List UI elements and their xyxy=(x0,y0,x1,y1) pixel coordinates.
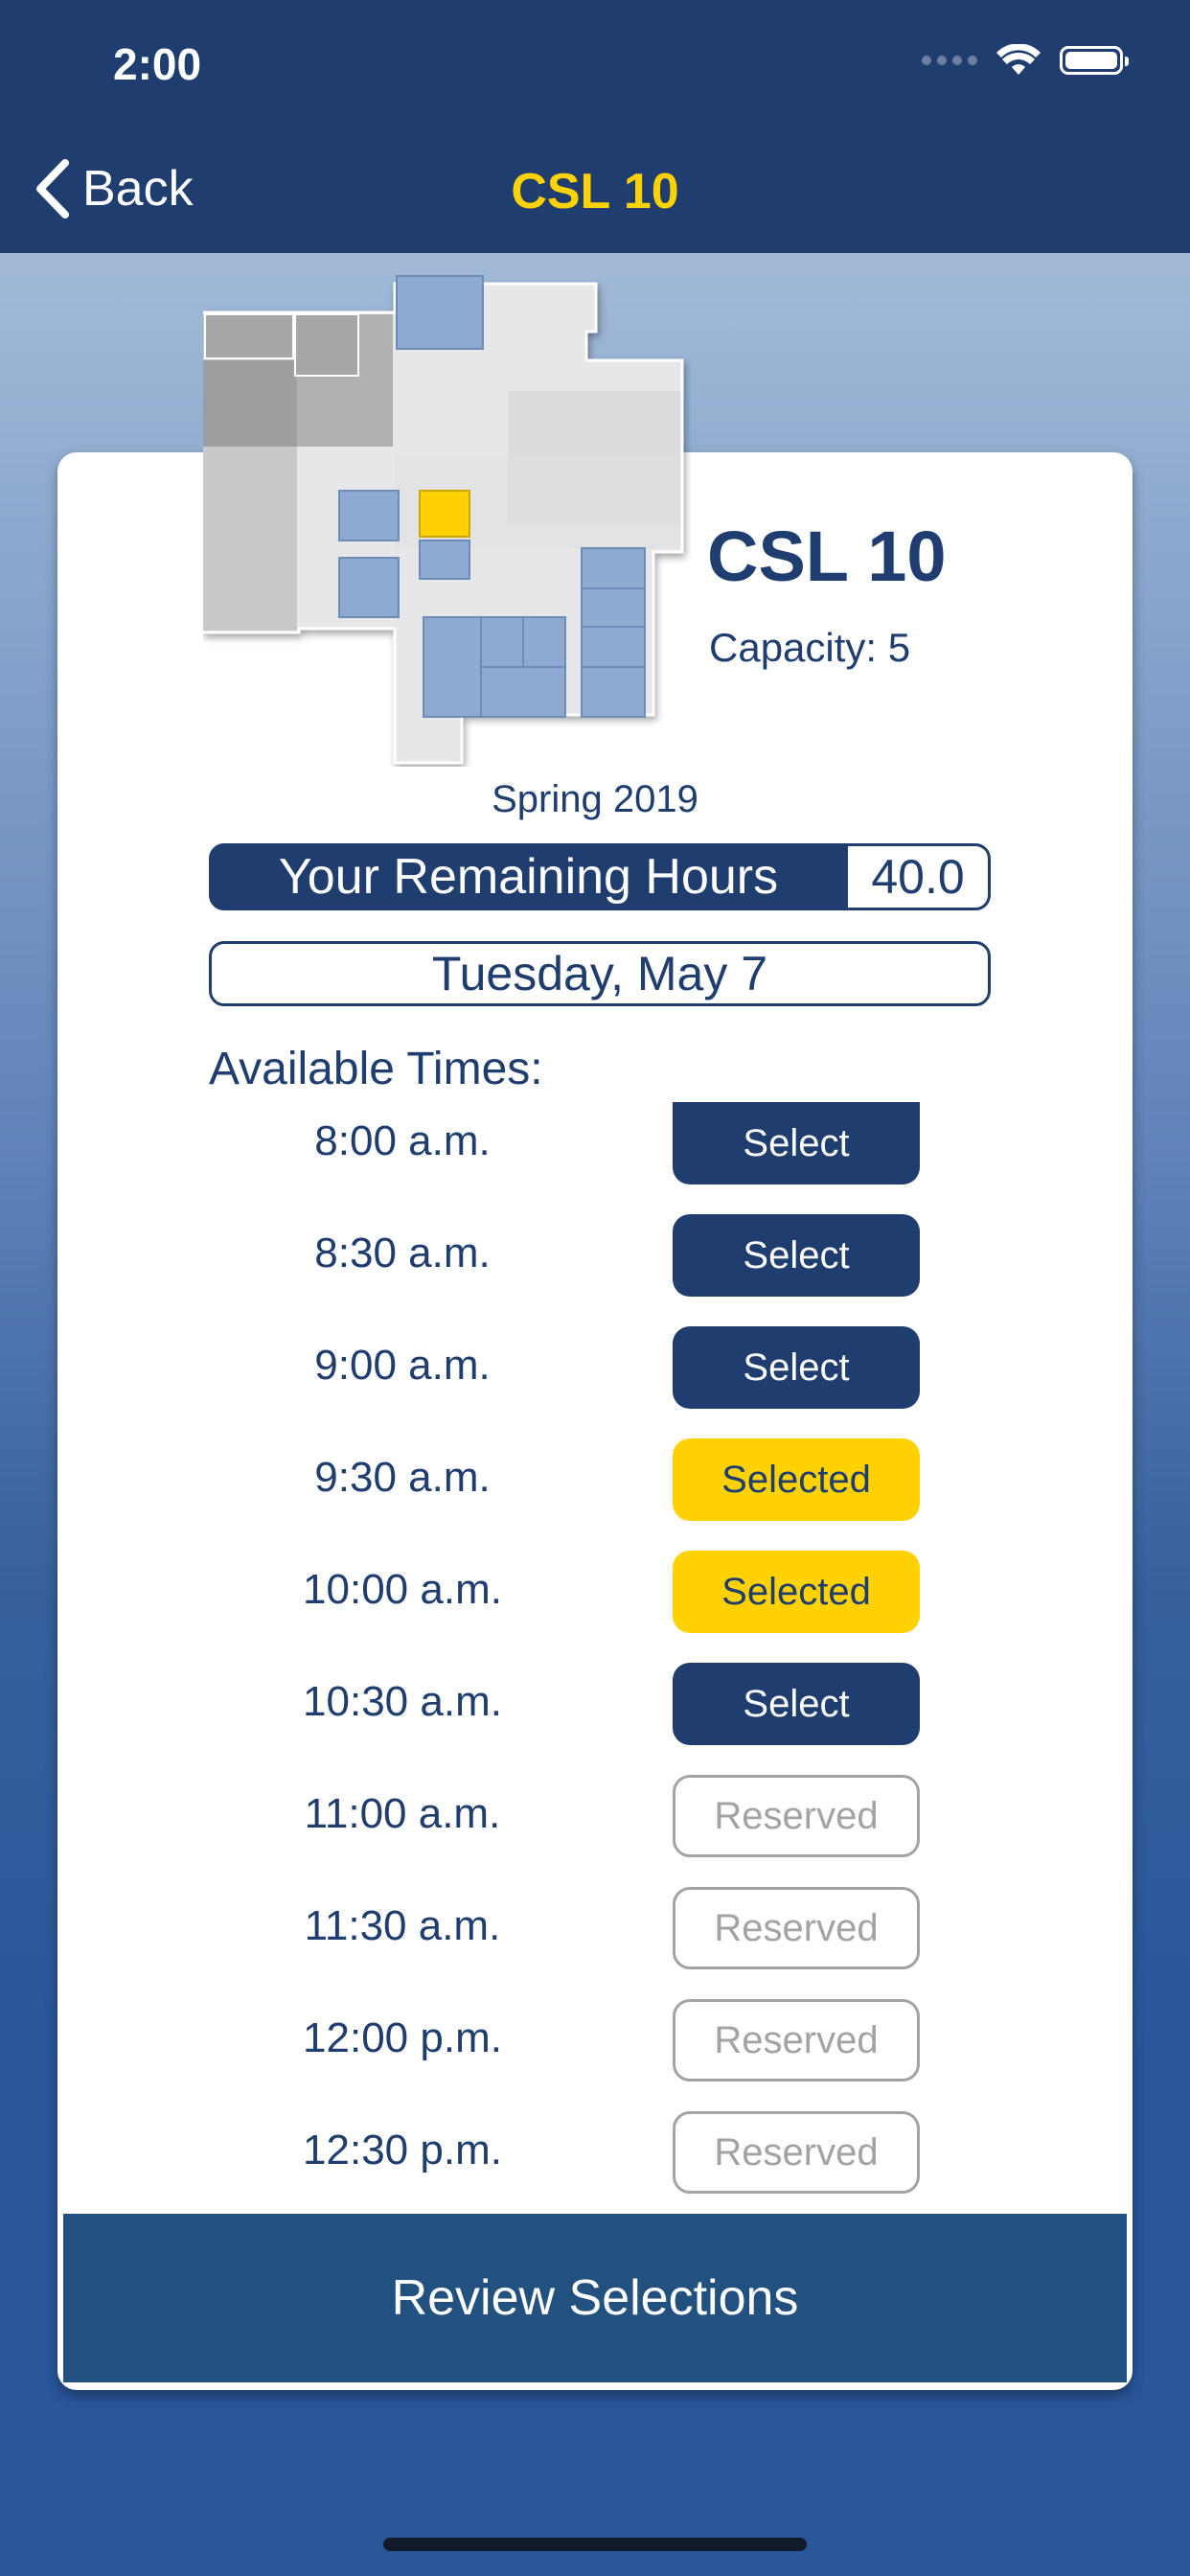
review-selections-button[interactable]: Review Selections xyxy=(63,2214,1127,2382)
nav-title: CSL 10 xyxy=(511,164,679,219)
slot-status-button[interactable]: Select xyxy=(673,1663,920,1745)
slot-time: 12:30 p.m. xyxy=(303,2127,502,2174)
slot-time: 10:00 a.m. xyxy=(303,1566,502,1613)
remaining-hours-bar: Your Remaining Hours 40.0 xyxy=(209,843,991,910)
slot-time: 10:30 a.m. xyxy=(303,1678,502,1725)
slot-status-button[interactable]: Select xyxy=(673,1214,920,1297)
home-indicator[interactable] xyxy=(383,2538,807,2551)
slot-status-button[interactable]: Selected xyxy=(673,1438,920,1521)
slot-time: 11:00 a.m. xyxy=(304,1790,501,1837)
slot-time: 11:30 a.m. xyxy=(304,1902,501,1949)
cellular-signal-icon xyxy=(922,56,977,65)
battery-icon xyxy=(1060,46,1129,75)
slot-time: 9:30 a.m. xyxy=(314,1454,491,1501)
slot-status-button[interactable]: Selected xyxy=(673,1551,920,1633)
slot-time: 9:00 a.m. xyxy=(314,1342,491,1389)
term-label: Spring 2019 xyxy=(492,778,698,820)
selected-date[interactable]: Tuesday, May 7 xyxy=(209,941,991,1006)
status-bar: 2:00 xyxy=(0,0,1190,126)
slot-time: 8:00 a.m. xyxy=(314,1117,491,1164)
status-time: 2:00 xyxy=(113,39,202,89)
slot-time: 8:30 a.m. xyxy=(314,1230,491,1276)
floor-plan-map xyxy=(203,275,684,765)
slot-time: 12:00 p.m. xyxy=(303,2014,502,2061)
remaining-hours-value: 40.0 xyxy=(845,846,988,908)
navigation-bar: Back CSL 10 xyxy=(0,126,1190,253)
available-times-heading: Available Times: xyxy=(209,1044,543,1094)
slot-status-button: Reserved xyxy=(673,1887,920,1969)
remaining-hours-label: Your Remaining Hours xyxy=(278,849,779,905)
status-icons xyxy=(922,44,1129,77)
slot-status-button: Reserved xyxy=(673,1999,920,2082)
room-name: CSL 10 xyxy=(707,517,947,596)
wifi-icon xyxy=(996,44,1041,75)
slot-status-button[interactable]: Select xyxy=(673,1326,920,1409)
slot-status-button: Reserved xyxy=(673,2111,920,2194)
slot-status-button[interactable]: Select xyxy=(673,1102,920,1184)
slot-status-button: Reserved xyxy=(673,1775,920,1857)
room-capacity: Capacity: 5 xyxy=(709,625,911,670)
